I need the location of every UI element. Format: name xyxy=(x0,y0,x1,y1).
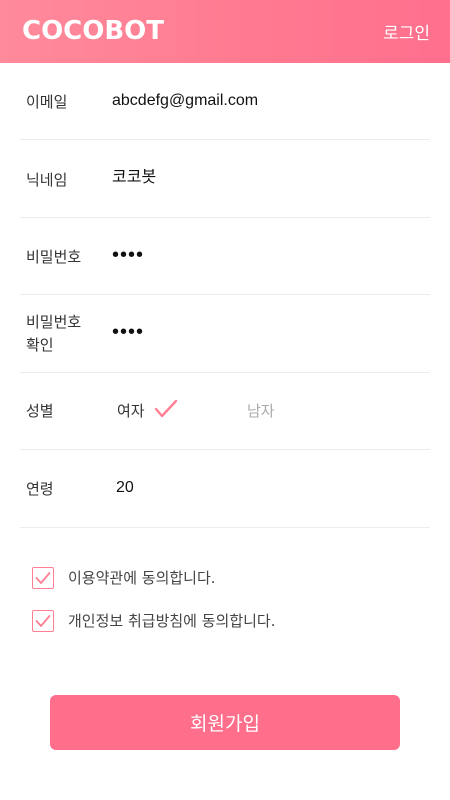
check-icon xyxy=(154,399,178,423)
age-field[interactable]: 20 xyxy=(116,477,134,499)
password-row: 비밀번호 •••• xyxy=(20,218,430,295)
privacy-agreement[interactable]: 개인정보 취급방침에 동의합니다. xyxy=(32,610,332,634)
password-field[interactable]: •••• xyxy=(112,245,144,265)
privacy-checkbox[interactable] xyxy=(32,610,54,632)
nickname-field[interactable]: 코코봇 xyxy=(112,167,156,189)
login-link[interactable]: 로그인 xyxy=(383,19,430,44)
email-row: 이메일 abcdefg@gmail.com xyxy=(20,63,430,140)
privacy-agreement-label: 개인정보 취급방침에 동의합니다. xyxy=(68,612,276,630)
checkmark-icon xyxy=(35,615,51,627)
email-label: 이메일 xyxy=(26,93,68,111)
gender-option-male[interactable]: 남자 xyxy=(247,400,275,422)
password-confirm-label-line1: 비밀번호 xyxy=(26,313,82,331)
password-confirm-field[interactable]: •••• xyxy=(112,322,144,342)
gender-label: 성별 xyxy=(26,402,54,420)
age-row: 연령 20 xyxy=(20,450,430,528)
password-label: 비밀번호 xyxy=(26,248,82,266)
checkmark-icon xyxy=(35,572,51,584)
terms-checkbox[interactable] xyxy=(32,567,54,589)
terms-agreement[interactable]: 이용약관에 동의합니다. xyxy=(32,567,282,591)
terms-agreement-label: 이용약관에 동의합니다. xyxy=(68,569,216,587)
signup-button[interactable]: 회원가입 xyxy=(50,695,400,750)
password-confirm-label-line2: 확인 xyxy=(26,336,54,354)
nickname-row: 닉네임 코코봇 xyxy=(20,140,430,218)
gender-option-female[interactable]: 여자 xyxy=(117,400,145,422)
gender-row: 성별 여자 남자 xyxy=(20,373,430,450)
nickname-label: 닉네임 xyxy=(26,171,68,189)
age-label: 연령 xyxy=(26,480,54,498)
app-header: COCOBOT 로그인 xyxy=(0,0,450,63)
password-confirm-row: 비밀번호 확인 •••• xyxy=(20,295,430,373)
app-logo[interactable]: COCOBOT xyxy=(22,16,164,46)
email-field[interactable]: abcdefg@gmail.com xyxy=(112,90,258,112)
